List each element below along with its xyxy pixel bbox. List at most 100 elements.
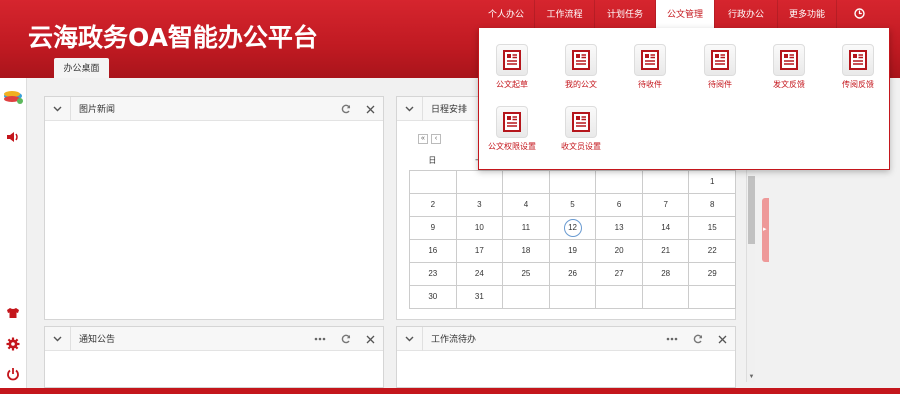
nav-workflow[interactable]: 工作流程 bbox=[535, 0, 594, 28]
calendar-day-number: 9 bbox=[430, 223, 436, 232]
calendar-day[interactable]: 28 bbox=[642, 263, 690, 286]
nav-more-functions[interactable]: 更多功能 bbox=[778, 0, 836, 28]
calendar-day[interactable]: 10 bbox=[456, 217, 504, 240]
calendar-day[interactable]: 13 bbox=[596, 217, 643, 240]
scrollbar-thumb[interactable] bbox=[748, 176, 755, 244]
calendar-day-number: 3 bbox=[477, 200, 482, 209]
speaker-icon-graphic bbox=[7, 132, 18, 142]
chevron-down-icon[interactable] bbox=[53, 104, 62, 115]
menu-item-receiver-settings[interactable]: 收文员设置 bbox=[548, 106, 614, 152]
menu-item-label: 待阅件 bbox=[708, 80, 732, 89]
calendar-day[interactable]: 26 bbox=[549, 263, 597, 286]
menu-item-my-documents[interactable]: 我的公文 bbox=[548, 44, 614, 90]
calendar-day-number: 12 bbox=[563, 219, 582, 237]
calendar-day[interactable]: 27 bbox=[596, 263, 643, 286]
panel-header: 工作流待办 bbox=[397, 327, 735, 351]
calendar-day[interactable]: 17 bbox=[456, 240, 504, 263]
calendar-day[interactable]: 4 bbox=[503, 194, 550, 217]
nav-document-management[interactable]: 公文管理 bbox=[656, 0, 714, 28]
calendar-day[interactable]: 15 bbox=[689, 217, 737, 240]
menu-item-send-feedback[interactable]: 发文反馈 bbox=[756, 44, 822, 90]
close-icon[interactable] bbox=[363, 97, 377, 121]
calendar-day-number: 25 bbox=[521, 269, 531, 278]
power-logout-icon[interactable] bbox=[0, 363, 26, 385]
app-title: 云海政务OA智能办公平台 bbox=[28, 23, 318, 52]
calendar-day[interactable]: 7 bbox=[642, 194, 690, 217]
menu-item-pending-receive[interactable]: 待收件 bbox=[617, 44, 683, 90]
document-icon bbox=[634, 44, 666, 76]
prev-year-button[interactable]: « bbox=[418, 134, 428, 144]
panel-photo-news: 图片新闻 bbox=[44, 96, 384, 320]
calendar-day[interactable]: 31 bbox=[456, 286, 504, 309]
calendar-day[interactable]: 21 bbox=[642, 240, 690, 263]
calendar-day[interactable]: 20 bbox=[596, 240, 643, 263]
calendar-day[interactable]: 8 bbox=[689, 194, 737, 217]
calendar-day bbox=[596, 286, 643, 309]
calendar-day-number: 8 bbox=[710, 200, 715, 209]
side-panel-toggle[interactable]: ▸ bbox=[762, 198, 769, 262]
close-icon[interactable] bbox=[715, 327, 729, 351]
calendar-day[interactable]: 14 bbox=[642, 217, 690, 240]
calendar-day-number: 1 bbox=[710, 177, 715, 186]
calendar-day[interactable]: 22 bbox=[689, 240, 737, 263]
more-icon[interactable] bbox=[665, 327, 679, 351]
prev-month-button[interactable]: ‹ bbox=[431, 134, 441, 144]
chevron-down-icon[interactable] bbox=[53, 334, 62, 345]
document-icon bbox=[842, 44, 874, 76]
refresh-icon[interactable] bbox=[339, 327, 353, 351]
calendar-day[interactable]: 1 bbox=[689, 171, 737, 194]
calendar-grid: 1 2 3 4 5 6 7 8 9 10 11 12 13 14 15 16 17 18 19 20 21 22 23 24 2… bbox=[409, 170, 737, 309]
menu-item-label: 传阅反馈 bbox=[842, 80, 874, 89]
weather-icon[interactable] bbox=[0, 84, 26, 110]
calendar-day-number: 6 bbox=[616, 200, 622, 209]
tab-office-desktop[interactable]: 办公桌面 bbox=[54, 58, 109, 78]
nav-personal-office[interactable]: 个人办公 bbox=[478, 0, 534, 28]
calendar-day[interactable]: 24 bbox=[456, 263, 504, 286]
document-icon bbox=[565, 106, 597, 138]
calendar-day[interactable]: 5 bbox=[549, 194, 597, 217]
calendar-day[interactable]: 6 bbox=[596, 194, 643, 217]
menu-item-document-draft[interactable]: 公文起草 bbox=[479, 44, 545, 90]
panel-header: 图片新闻 bbox=[45, 97, 383, 121]
calendar-nav: « ‹ bbox=[418, 134, 441, 144]
more-icon[interactable] bbox=[313, 327, 327, 351]
document-icon bbox=[773, 44, 805, 76]
refresh-icon[interactable] bbox=[339, 97, 353, 121]
panel-workflow-todo: 工作流待办 bbox=[396, 326, 736, 388]
calendar-day bbox=[410, 171, 457, 194]
calendar-day[interactable]: 9 bbox=[410, 217, 457, 240]
calendar-day[interactable]: 11 bbox=[503, 217, 550, 240]
calendar-day-today[interactable]: 12 bbox=[549, 217, 597, 240]
theme-shirt-icon[interactable] bbox=[0, 302, 26, 324]
nav-plan-tasks[interactable]: 计划任务 bbox=[595, 0, 655, 28]
calendar-day[interactable]: 3 bbox=[456, 194, 504, 217]
calendar-day[interactable]: 19 bbox=[549, 240, 597, 263]
calendar-day[interactable]: 25 bbox=[503, 263, 550, 286]
menu-item-circulate-feedback[interactable]: 传阅反馈 bbox=[825, 44, 891, 90]
document-icon bbox=[496, 44, 528, 76]
calendar-day-number: 20 bbox=[614, 246, 624, 255]
calendar-day[interactable]: 29 bbox=[689, 263, 737, 286]
calendar-day[interactable]: 18 bbox=[503, 240, 550, 263]
vertical-scrollbar[interactable]: ▼ bbox=[746, 148, 755, 382]
clock-icon[interactable] bbox=[837, 0, 881, 28]
calendar-day[interactable]: 16 bbox=[410, 240, 457, 263]
calendar-day-number: 31 bbox=[474, 292, 484, 301]
menu-item-pending-read[interactable]: 待阅件 bbox=[687, 44, 753, 90]
power-icon-graphic bbox=[7, 368, 19, 381]
calendar-day[interactable]: 23 bbox=[410, 263, 457, 286]
panel-header: 通知公告 bbox=[45, 327, 383, 351]
settings-gear-icon[interactable] bbox=[0, 333, 26, 355]
refresh-icon[interactable] bbox=[691, 327, 705, 351]
close-icon[interactable] bbox=[363, 327, 377, 351]
nav-admin-office[interactable]: 行政办公 bbox=[715, 0, 777, 28]
scroll-down-arrow-icon[interactable]: ▼ bbox=[747, 374, 756, 380]
speaker-icon[interactable] bbox=[0, 124, 26, 150]
panel-notice: 通知公告 bbox=[44, 326, 384, 388]
calendar-day[interactable]: 2 bbox=[410, 194, 457, 217]
chevron-down-icon[interactable] bbox=[405, 104, 414, 115]
calendar-day[interactable]: 30 bbox=[410, 286, 457, 309]
calendar-week-row: 23 24 25 26 27 28 29 bbox=[410, 263, 737, 286]
chevron-down-icon[interactable] bbox=[405, 334, 414, 345]
menu-item-document-permissions[interactable]: 公文权限设置 bbox=[479, 106, 545, 152]
